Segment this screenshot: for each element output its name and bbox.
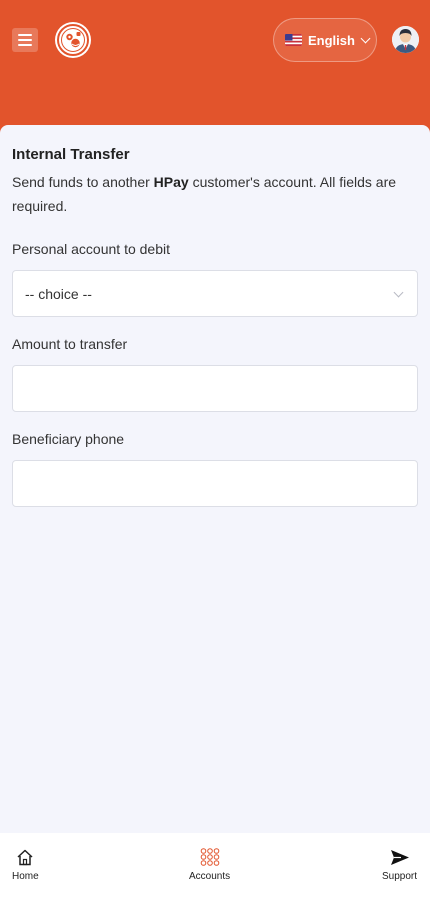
- page-title: Internal Transfer: [12, 146, 130, 163]
- amount-label: Amount to transfer: [12, 336, 128, 352]
- beneficiary-phone-label: Beneficiary phone: [12, 431, 125, 447]
- subtitle-text: Send funds to another: [12, 174, 154, 190]
- amount-input[interactable]: [12, 365, 418, 412]
- user-avatar[interactable]: [392, 26, 419, 53]
- language-label: English: [308, 32, 355, 48]
- nav-support-label: Support: [382, 871, 418, 882]
- debit-account-select[interactable]: -- choice --: [12, 270, 418, 317]
- hamburger-menu-button[interactable]: [12, 28, 38, 52]
- debit-account-selected: -- choice --: [25, 285, 92, 302]
- nav-accounts[interactable]: Accounts: [189, 847, 230, 882]
- user-avatar-icon: [392, 26, 419, 53]
- bottom-navigation: Home Accounts Support: [0, 833, 430, 900]
- debit-account-label: Personal account to debit: [12, 241, 170, 257]
- nav-accounts-label: Accounts: [189, 871, 231, 882]
- home-icon: [16, 847, 34, 867]
- menu-line: [18, 39, 32, 41]
- nav-home[interactable]: Home: [12, 847, 39, 882]
- brand-name: HPay: [153, 174, 189, 190]
- us-flag-icon: [285, 34, 302, 46]
- chevron-down-icon: [393, 287, 404, 298]
- app-header: English: [0, 0, 430, 140]
- chevron-down-icon: [360, 33, 371, 43]
- accounts-grid-icon: [200, 847, 220, 867]
- nav-support[interactable]: Support: [382, 847, 417, 882]
- menu-line: [18, 44, 32, 46]
- menu-line: [18, 34, 32, 36]
- page-subtitle: Send funds to another HPay customer's ac…: [12, 170, 412, 218]
- send-icon: [390, 847, 410, 867]
- language-selector[interactable]: English: [273, 18, 377, 62]
- beneficiary-phone-input[interactable]: [12, 460, 418, 507]
- app-logo[interactable]: [55, 22, 91, 58]
- nav-home-label: Home: [12, 871, 39, 882]
- logo-mascot-icon: [57, 24, 89, 56]
